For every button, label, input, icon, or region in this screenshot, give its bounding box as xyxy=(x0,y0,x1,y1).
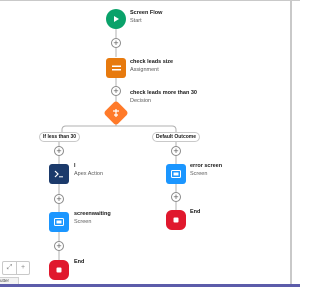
flow-canvas[interactable]: Screen Flow Start + check leads size Ass… xyxy=(0,0,300,287)
end-node-right[interactable] xyxy=(166,210,186,230)
end-title-right: End xyxy=(190,209,201,215)
add-element-button[interactable]: + xyxy=(54,241,64,251)
end-title-left: End xyxy=(74,259,85,265)
add-element-button[interactable]: + xyxy=(171,192,181,202)
error-screen-subtitle: Screen xyxy=(190,171,208,177)
decision-subtitle: Decision xyxy=(130,98,152,104)
error-screen-node[interactable] xyxy=(166,164,186,184)
add-element-button[interactable]: + xyxy=(54,194,64,204)
plus-icon: + xyxy=(20,264,26,271)
assignment-subtitle: Assignment xyxy=(130,67,159,73)
zoom-in-button[interactable]: + xyxy=(16,262,29,274)
screenwaiting-node[interactable] xyxy=(49,212,69,232)
terminal-icon xyxy=(54,170,63,178)
apex-action-subtitle: Apex Action xyxy=(74,171,104,177)
equals-icon xyxy=(111,65,121,71)
screenwaiting-subtitle: Screen xyxy=(74,219,92,225)
add-element-button[interactable]: + xyxy=(111,86,121,96)
add-element-button[interactable]: + xyxy=(111,38,121,48)
play-icon xyxy=(114,16,119,22)
start-subtitle: Start xyxy=(130,18,142,24)
branch-label-if-less-than-30[interactable]: If less than 30 xyxy=(39,132,81,142)
branch-label-default-outcome[interactable]: Default Outcome xyxy=(152,132,201,142)
end-node-left[interactable] xyxy=(49,260,69,280)
expand-icon: ⤢ xyxy=(6,264,13,271)
fit-view-button[interactable]: ⤢ xyxy=(3,262,16,274)
assignment-node[interactable] xyxy=(106,58,126,78)
screenwaiting-title: screenwaiting xyxy=(74,211,111,217)
decision-icon xyxy=(113,109,119,117)
canvas-zoom-control: ⤢ + xyxy=(2,261,30,275)
error-screen-title: error screen xyxy=(190,163,223,169)
decision-title: check leads more than 30 xyxy=(130,90,197,96)
apex-action-node[interactable] xyxy=(49,164,69,184)
start-node[interactable] xyxy=(106,9,126,29)
screen-icon xyxy=(171,170,181,178)
add-element-button[interactable]: + xyxy=(54,146,64,156)
apex-action-title: l xyxy=(74,163,76,169)
stop-icon xyxy=(173,217,179,223)
flow-connectors xyxy=(58,29,177,260)
start-title: Screen Flow xyxy=(130,10,163,16)
add-element-button[interactable]: + xyxy=(171,146,181,156)
assignment-title: check leads size xyxy=(130,59,174,65)
screen-icon xyxy=(54,218,64,226)
stop-icon xyxy=(56,267,62,273)
